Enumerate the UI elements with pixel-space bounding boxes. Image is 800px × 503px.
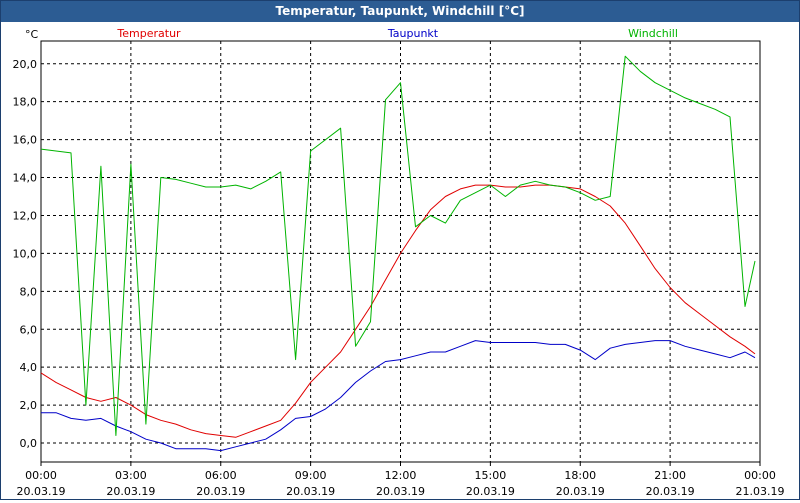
window-title: Temperatur, Taupunkt, Windchill [°C] [1,1,799,22]
x-tick-time: 00:00 [744,469,776,482]
y-tick-label: 2,0 [20,399,38,412]
y-tick-label: 12,0 [13,209,38,222]
x-tick-time: 15:00 [475,469,507,482]
x-tick-date: 21.03.19 [736,485,785,498]
line-chart: 0,0 2,0 4,0 6,0 8,0 10,0 12,0 14,0 16,0 18,0 20,0 0… [13,27,785,498]
x-tick-date: 20.03.19 [466,485,515,498]
x-tick-date: 20.03.19 [646,485,695,498]
x-tick-time: 00:00 [25,469,57,482]
x-tick-time: 09:00 [295,469,327,482]
x-tick-date: 20.03.19 [106,485,155,498]
x-tick-date: 20.03.19 [17,485,66,498]
y-tick-label: 10,0 [13,247,38,260]
y-tick-label: 16,0 [13,134,38,147]
legend-windchill: Windchill [628,27,678,40]
chart-window: Temperatur, Taupunkt, Windchill [°C] 0,0… [0,0,800,500]
y-tick-label: 4,0 [20,361,38,374]
x-tick-date: 20.03.19 [196,485,245,498]
plot-area: 0,0 2,0 4,0 6,0 8,0 10,0 12,0 14,0 16,0 18,0 20,0 0… [1,22,799,499]
legend-taupunkt: Taupunkt [387,27,439,40]
x-tick-time: 21:00 [654,469,686,482]
y-tick-label: 20,0 [13,58,38,71]
y-axis-unit: °C [25,28,39,41]
x-tick-date: 20.03.19 [556,485,605,498]
x-tick-date: 20.03.19 [376,485,425,498]
y-tick-label: 6,0 [20,323,38,336]
x-tick-time: 12:00 [385,469,417,482]
y-tick-label: 8,0 [20,285,38,298]
x-tick-time: 06:00 [205,469,237,482]
y-tick-label: 0,0 [20,437,38,450]
y-tick-label: 14,0 [13,172,38,185]
x-tick-time: 03:00 [115,469,147,482]
x-tick-time: 18:00 [564,469,596,482]
y-tick-label: 18,0 [13,96,38,109]
legend-temperatur: Temperatur [116,27,181,40]
x-tick-date: 20.03.19 [286,485,335,498]
